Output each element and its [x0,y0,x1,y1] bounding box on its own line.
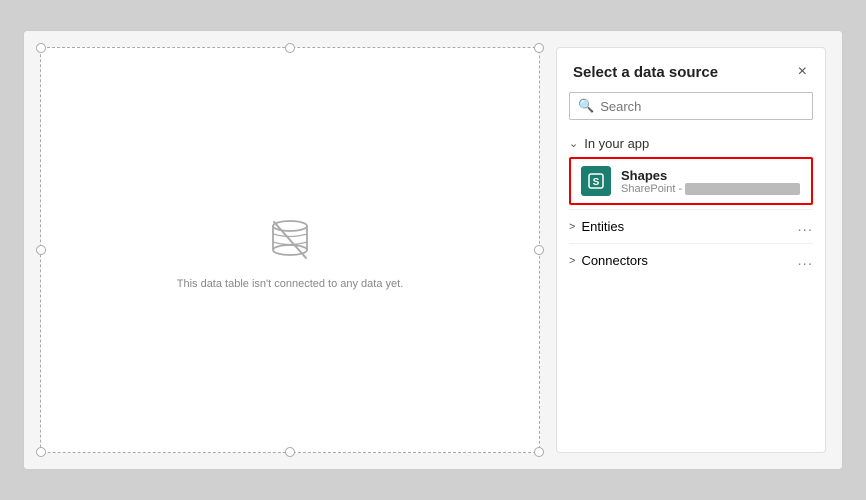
handle-mid-right[interactable] [534,245,544,255]
in-your-app-label: In your app [584,136,649,151]
connectors-left: > Connectors [569,253,648,268]
handle-bot-mid[interactable] [285,447,295,457]
connectors-section: > Connectors ... [569,243,813,277]
no-data-icon [260,210,320,270]
sharepoint-icon-svg: S [587,172,605,190]
handle-top-mid[interactable] [285,43,295,53]
canvas-empty-label: This data table isn't connected to any d… [177,278,404,290]
shapes-name: Shapes [621,168,801,183]
search-container[interactable]: 🔍 [569,92,813,120]
shapes-item[interactable]: S Shapes SharePoint - ██████████████ [569,157,813,205]
canvas-area: This data table isn't connected to any d… [40,47,540,453]
connectors-label: Connectors [581,253,647,268]
shapes-subtitle: SharePoint - ██████████████ [621,183,801,195]
svg-text:S: S [593,177,600,188]
panel-header: Select a data source × [557,48,825,92]
data-source-panel: Select a data source × 🔍 ⌄ In your app S [556,47,826,453]
connectors-more-icon[interactable]: ... [797,252,813,269]
handle-bot-right[interactable] [534,447,544,457]
in-your-app-section: ⌄ In your app S Shapes SharePoint - ████… [557,130,825,209]
main-card: This data table isn't connected to any d… [23,30,843,470]
canvas-empty-state: This data table isn't connected to any d… [177,210,404,290]
shapes-item-info: Shapes SharePoint - ██████████████ [621,168,801,195]
handle-top-left[interactable] [36,43,46,53]
in-your-app-header[interactable]: ⌄ In your app [569,130,813,157]
entities-label: Entities [581,219,624,234]
panel-title: Select a data source [573,64,718,81]
chevron-right-entities-icon: > [569,221,575,233]
search-input[interactable] [600,99,804,114]
close-button[interactable]: × [796,62,809,82]
connectors-row[interactable]: > Connectors ... [569,243,813,277]
shapes-icon: S [581,166,611,196]
chevron-right-connectors-icon: > [569,255,575,267]
entities-left: > Entities [569,219,624,234]
handle-top-right[interactable] [534,43,544,53]
handle-mid-left[interactable] [36,245,46,255]
entities-row[interactable]: > Entities ... [569,209,813,243]
handle-bot-left[interactable] [36,447,46,457]
entities-more-icon[interactable]: ... [797,218,813,235]
blurred-subtitle: ██████████████ [685,183,800,195]
search-icon: 🔍 [578,98,594,114]
chevron-down-icon: ⌄ [569,137,578,150]
entities-section: > Entities ... [569,209,813,243]
